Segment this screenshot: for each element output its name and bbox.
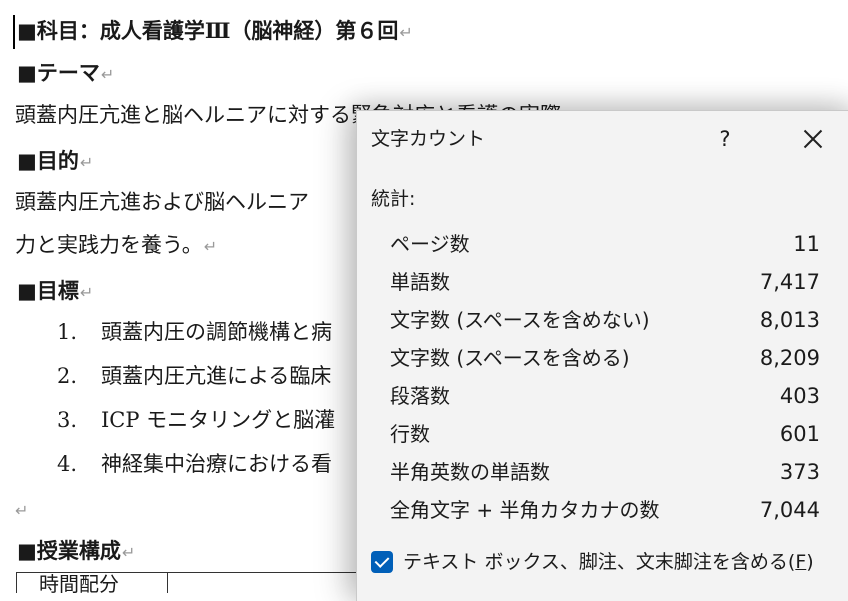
goal-item: 2. 頭蓋内圧亢進による臨床 xyxy=(57,361,331,391)
purpose-text-line-2: 力と実践力を養う。↵ xyxy=(15,233,218,257)
dialog-title: 文字カウント xyxy=(371,128,486,150)
stat-row-halfwidth-words: 半角英数の単語数 373 xyxy=(390,460,820,484)
include-textboxes-option[interactable]: テキスト ボックス、脚注、文末脚注を含める(F) xyxy=(371,547,814,577)
close-icon[interactable] xyxy=(793,121,833,157)
theme-heading: ■テーマ↵ xyxy=(17,60,115,85)
purpose-text-line-1: 頭蓋内圧亢進および脳ヘルニア xyxy=(15,190,309,214)
stat-row-pages: ページ数 11 xyxy=(390,232,820,256)
stat-row-words: 単語数 7,417 xyxy=(390,270,820,294)
accelerator-key: F xyxy=(795,551,807,573)
lesson-structure-heading: ■授業構成↵ xyxy=(17,538,136,563)
empty-paragraph: ↵ xyxy=(14,494,28,526)
stat-row-fullwidth-chars: 全角文字 + 半角カタカナの数 7,044 xyxy=(390,498,820,522)
text-cursor xyxy=(13,15,15,49)
table-cell-divider xyxy=(167,573,168,593)
statistics-label: 統計: xyxy=(371,188,416,210)
goal-item: 3. ICP モニタリングと脳灌 xyxy=(57,405,335,435)
lesson-table: 時間配分 xyxy=(16,572,397,596)
paragraph-mark-icon: ↵ xyxy=(79,283,94,302)
goal-item: 4. 神経集中治療における看 xyxy=(57,449,332,479)
paragraph-mark-icon: ↵ xyxy=(100,65,115,84)
include-textboxes-checkbox[interactable] xyxy=(371,551,393,573)
paragraph-mark-icon: ↵ xyxy=(79,153,94,172)
stat-row-lines: 行数 601 xyxy=(390,422,820,446)
paragraph-mark-icon: ↵ xyxy=(15,501,29,520)
goal-item: 1. 頭蓋内圧の調節機構と病 xyxy=(57,317,332,347)
course-heading: ■科目：成人看護学Ⅲ（脳神経）第６回↵ xyxy=(17,18,413,43)
stat-row-paragraphs: 段落数 403 xyxy=(390,384,820,408)
statistics-list: ページ数 11 単語数 7,417 文字数 (スペースを含めない) 8,013 文字数… xyxy=(390,226,820,530)
dialog-titlebar[interactable]: 文字カウント ? xyxy=(357,111,848,167)
include-textboxes-label: テキスト ボックス、脚注、文末脚注を含める(F) xyxy=(403,551,814,573)
purpose-heading: ■目的↵ xyxy=(17,148,94,173)
goals-heading: ■目標↵ xyxy=(17,278,94,303)
stat-row-chars-with-spaces: 文字数 (スペースを含める) 8,209 xyxy=(390,346,820,370)
stat-row-chars-no-spaces: 文字数 (スペースを含めない) 8,013 xyxy=(390,308,820,332)
goal-number: 1. xyxy=(57,320,78,344)
paragraph-mark-icon: ↵ xyxy=(203,237,218,256)
paragraph-mark-icon: ↵ xyxy=(121,543,136,562)
goal-number: 4. xyxy=(57,452,78,476)
table-cell-time: 時間配分 xyxy=(39,572,119,596)
word-count-dialog: 文字カウント ? 統計: ページ数 11 単語数 7,417 文字数 (スペースを含… xyxy=(356,110,848,601)
paragraph-mark-icon: ↵ xyxy=(399,23,413,42)
goal-number: 2. xyxy=(57,364,78,388)
goal-number: 3. xyxy=(57,408,78,432)
help-button[interactable]: ? xyxy=(705,121,745,157)
